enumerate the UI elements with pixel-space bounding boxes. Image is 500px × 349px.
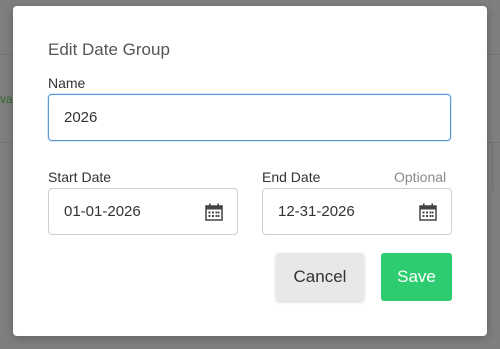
name-label: Name [48,75,86,91]
background-text: va [0,92,13,106]
edit-date-group-dialog: Edit Date Group Name 2026 Start Date 01-… [13,6,487,336]
background-divider [487,54,500,55]
end-date-input[interactable]: 12-31-2026 [262,188,452,235]
dialog-title: Edit Date Group [48,40,170,59]
background-divider [492,142,493,190]
save-button[interactable]: Save [381,253,452,301]
calendar-icon[interactable] [419,203,437,221]
cancel-button[interactable]: Cancel [276,253,364,301]
background-divider [0,54,13,55]
background-divider [0,142,13,143]
background-divider [487,142,500,143]
end-date-optional-hint: Optional [394,169,447,185]
calendar-icon[interactable] [205,203,223,221]
start-date-value: 01-01-2026 [64,203,141,220]
start-date-input[interactable]: 01-01-2026 [48,188,238,235]
name-input[interactable]: 2026 [48,94,451,141]
name-input-value: 2026 [64,109,98,126]
end-date-label: End Date [262,169,321,185]
start-date-label: Start Date [48,169,112,185]
end-date-value: 12-31-2026 [278,203,355,220]
